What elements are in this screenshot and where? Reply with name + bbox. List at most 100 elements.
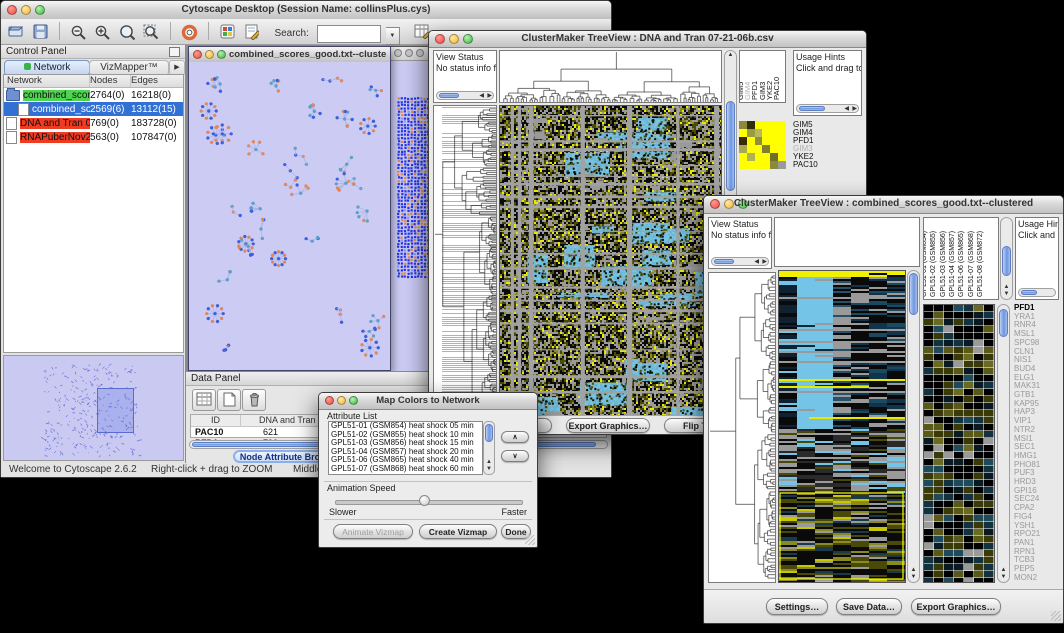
row-dendrogram[interactable] [708, 272, 776, 583]
gene-label: PAC10 [793, 161, 835, 169]
viewport-indicator[interactable] [97, 388, 134, 433]
gene-label: YSH1 [1014, 522, 1060, 531]
column-dendrogram[interactable] [499, 50, 722, 103]
gene-label: YRA1 [1014, 313, 1060, 322]
gene-label: PFD1 [793, 137, 835, 145]
global-heatmap[interactable] [499, 105, 722, 416]
attribute-item[interactable]: GPL51-07 (GSM868) heat shock 60 min [329, 465, 482, 474]
row-dendrogram[interactable] [433, 105, 497, 416]
gene-label: NTR2 [1014, 426, 1060, 435]
open-session-button[interactable] [6, 22, 26, 42]
gene-label: MSI1 [1014, 435, 1060, 444]
float-panel-icon[interactable] [169, 47, 180, 57]
network-view-window[interactable]: combined_scores_good.txt--cluste… [188, 46, 391, 371]
gene-label: SEC24 [1014, 495, 1060, 504]
control-panel-header: Control Panel [1, 45, 185, 59]
zoom-vscrollbar[interactable]: ▲▼ [997, 304, 1010, 583]
column-labels-scrollbar[interactable]: ▲▼ [1000, 217, 1013, 300]
delete-attribute-trash-icon[interactable] [242, 389, 266, 411]
column-label: GPL51-01 (GSM854) [923, 231, 928, 297]
gene-label: YKE2 [793, 153, 835, 161]
search-dropdown-arrow[interactable]: ▼ [386, 27, 400, 45]
zoom-button[interactable] [217, 50, 226, 59]
slower-label: Slower [329, 507, 357, 517]
network-table-row[interactable]: combined_scores2764(0)16218(0) [4, 88, 183, 102]
minimize-button[interactable] [405, 49, 413, 57]
treeview1-titlebar[interactable]: ClusterMaker TreeView : DNA and Tran 07-… [429, 31, 866, 48]
network-table-row[interactable]: RNAPuberNov2+563(0)107847(0) [4, 130, 183, 144]
attribute-list-label: Attribute List [327, 411, 377, 421]
dense-network-cluster[interactable] [397, 97, 430, 279]
zoom-cell [762, 153, 770, 161]
network-window-titlebar[interactable]: combined_scores_good.txt--cluste… [189, 47, 390, 63]
animate-vizmap-button[interactable]: Animate Vizmap [333, 524, 413, 539]
close-button[interactable] [394, 49, 402, 57]
zoom-heatmap[interactable] [923, 304, 995, 583]
dialog-titlebar[interactable]: Map Colors to Network [319, 393, 537, 410]
zoom-out-icon[interactable] [68, 22, 88, 42]
global-heatmap[interactable] [778, 270, 906, 583]
gene-label: RPN1 [1014, 548, 1060, 557]
annotation-note-icon[interactable] [242, 22, 262, 42]
gene-row-labels: GIM5GIM4PFD1GIM3YKE2PAC10 [793, 121, 835, 169]
minimize-button[interactable] [205, 50, 214, 59]
zoom-cell [755, 137, 763, 145]
network-table-header[interactable]: Network Nodes Edges [4, 75, 183, 88]
save-session-button[interactable] [30, 22, 50, 42]
search-input[interactable] [317, 25, 381, 43]
export-graphics-button[interactable]: Export Graphics… [566, 418, 650, 433]
usage-hints-scrollbar[interactable] [1018, 288, 1056, 297]
view-status-scrollbar[interactable]: ◀▶ [436, 91, 494, 100]
zoom-cell [770, 129, 778, 137]
zoom-fit-icon[interactable] [117, 22, 137, 42]
zoom-cell [778, 137, 786, 145]
network-canvas[interactable] [189, 62, 390, 370]
settings-button[interactable]: Settings… [766, 598, 828, 615]
gene-label: GIM4 [793, 129, 835, 137]
control-panel-title: Control Panel [6, 46, 67, 57]
usage-hints-panel: Usage Hints Click and [1015, 217, 1059, 300]
attribute-list-scrollbar[interactable]: ▲▼ [483, 421, 495, 475]
resize-grip[interactable] [1051, 611, 1061, 621]
create-vizmap-button[interactable]: Create Vizmap [419, 524, 497, 539]
treeview2-buttonbar: Settings… Save Data… Export Graphics… [704, 589, 1063, 623]
column-tree-panel[interactable] [774, 217, 920, 267]
zoom-cell [778, 121, 786, 129]
zoom-in-icon[interactable] [93, 22, 113, 42]
network-table-row[interactable]: combined_sco2569(6)13112(15) [4, 102, 183, 116]
gene-label: GIM5 [793, 121, 835, 129]
main-titlebar[interactable]: Cytoscape Desktop (Session Name: collins… [1, 1, 611, 20]
network-table-row[interactable]: DNA and Tran 07769(0)183728(0) [4, 116, 183, 130]
save-data-button[interactable]: Save Data… [836, 598, 902, 615]
usage-hints-scrollbar[interactable]: ◀▶ [796, 104, 859, 113]
treeview2-titlebar[interactable]: ClusterMaker TreeView : combined_scores_… [704, 196, 1063, 214]
move-up-button[interactable]: ∧ [501, 431, 529, 443]
view-status-label: View Status [434, 51, 496, 62]
zoom-selected-icon[interactable] [142, 22, 162, 42]
help-lifebuoy-icon[interactable] [180, 22, 200, 42]
close-button[interactable] [193, 50, 202, 59]
vizmapper-palette-icon[interactable] [218, 22, 238, 42]
column-label: GPL51-03 (GSM856) [940, 231, 947, 297]
zoom-cell [755, 161, 763, 169]
view-status-scrollbar[interactable]: ◀▶ [711, 257, 769, 266]
attribute-list[interactable]: GPL51-01 (GSM854) heat shock 05 minGPL51… [328, 421, 483, 475]
gene-label: ELG1 [1014, 374, 1060, 383]
resize-grip[interactable] [525, 535, 535, 545]
zoom-heatmap[interactable] [739, 121, 786, 169]
move-down-button[interactable]: ∨ [501, 450, 529, 462]
zoom-cell [762, 121, 770, 129]
zoom-cell [762, 129, 770, 137]
attribute-table-icon[interactable] [192, 389, 216, 411]
birdseye-overview[interactable] [3, 355, 184, 461]
global-vscrollbar[interactable]: ▲▼ [907, 270, 920, 583]
zoom-button[interactable] [416, 49, 424, 57]
zoom-cell [755, 129, 763, 137]
export-graphics-button[interactable]: Export Graphics… [911, 598, 1001, 615]
new-attribute-icon[interactable] [217, 389, 241, 411]
toolbar-separator [170, 22, 171, 40]
zoom-cell [770, 161, 778, 169]
gene-label: FIG4 [1014, 513, 1060, 522]
slider-thumb[interactable] [419, 495, 430, 506]
gene-label: CLN1 [1014, 348, 1060, 357]
